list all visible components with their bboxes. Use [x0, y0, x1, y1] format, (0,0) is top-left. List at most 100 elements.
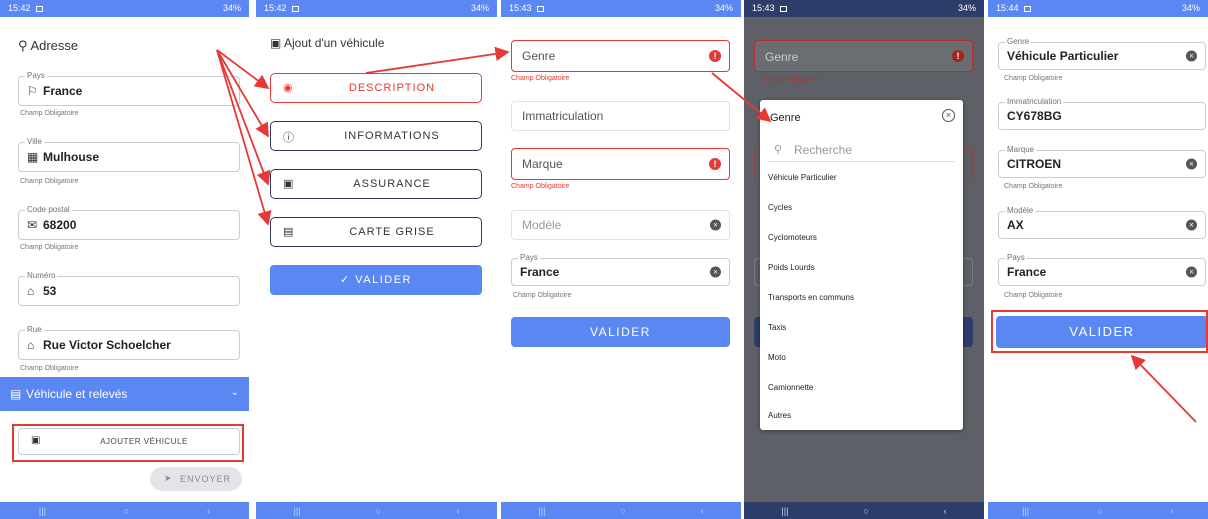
country-field[interactable]: Pays ⚐ France [18, 71, 240, 106]
genre-option[interactable]: Véhicule Particulier [768, 173, 836, 182]
genre-option[interactable]: Poids Lourds [768, 263, 815, 272]
marque-field[interactable]: Marque ! [511, 148, 730, 180]
immatriculation-label: Immatriculation [1005, 97, 1064, 106]
number-value: 53 [43, 284, 57, 298]
marque-field[interactable]: Marque CITROEN × [998, 145, 1206, 178]
vehicle-section-header[interactable]: ▤ Véhicule et relevés ⌄ [0, 377, 249, 411]
nav-bar: ||| ○ ‹ [0, 502, 249, 519]
status-bar: 15:43 34% [744, 0, 984, 17]
validate-label: VALIDER [355, 274, 413, 286]
status-bar: 15:42 34% [0, 0, 249, 17]
menu-carte-grise-label: CARTE GRISE [349, 226, 435, 238]
location-pin-icon: ⚲ [18, 38, 28, 53]
flag-icon: ⚐ [27, 84, 38, 98]
genre-option[interactable]: Taxis [768, 323, 786, 332]
screen-filled-form: 15:44 34% Genre Véhicule Particulier × C… [988, 0, 1208, 519]
send-icon: ➤ [164, 473, 173, 483]
clear-icon[interactable]: × [710, 266, 721, 278]
country-hint: Champ Obligatoire [513, 292, 572, 299]
search-input[interactable]: ⚲ Recherche [768, 138, 955, 162]
status-battery: 34% [1181, 3, 1200, 13]
marque-value: CITROEN [1007, 157, 1061, 171]
immatriculation-field[interactable]: Immatriculation CY678BG [998, 97, 1206, 130]
genre-label: Genre [1005, 37, 1032, 46]
vehicle-section-title: Véhicule et relevés [26, 387, 128, 401]
clear-icon[interactable]: × [1186, 266, 1197, 278]
genre-option[interactable]: Cyclomoteurs [768, 233, 817, 242]
send-label: ENVOYER [180, 474, 232, 484]
highlight-add-vehicle [12, 424, 244, 462]
marque-hint: Champ Obligatoire [1004, 183, 1063, 190]
modele-field[interactable]: Modèle × [511, 210, 730, 240]
city-value: Mulhouse [43, 150, 99, 164]
country-field[interactable]: Pays France × [511, 253, 730, 286]
country-label: Pays [518, 253, 540, 262]
country-value: France [520, 265, 560, 279]
check-circle-icon: ✓ [339, 274, 351, 286]
country-label: Pays [1005, 253, 1027, 262]
modele-placeholder: Modèle [522, 218, 562, 232]
modele-label: Modèle [1005, 206, 1036, 215]
car-icon: ▣ [283, 178, 294, 190]
genre-option[interactable]: Cycles [768, 203, 792, 212]
street-field[interactable]: Rue ⌂ Rue Victor Schoelcher [18, 325, 240, 360]
validate-button[interactable]: VALIDER [511, 317, 730, 347]
marque-error: Champ Obligatoire [511, 183, 570, 190]
genre-option[interactable]: Autres [768, 411, 791, 420]
status-battery: 34% [714, 3, 733, 13]
screen-description-form: 15:43 34% Genre ! Champ Obligatoire Imma… [501, 0, 741, 519]
number-field[interactable]: Numéro ⌂ 53 [18, 271, 240, 306]
clear-icon[interactable]: × [1186, 158, 1197, 170]
immatriculation-field[interactable]: Immatriculation [511, 101, 730, 131]
validate-button[interactable]: ✓ VALIDER [270, 265, 482, 295]
error-icon: ! [709, 158, 721, 170]
error-icon: ! [952, 50, 964, 62]
search-icon: ⚲ [774, 144, 783, 156]
genre-dialog: Genre × ⚲ Recherche Véhicule Particulier… [760, 100, 963, 430]
dialog-title: Genre [770, 112, 801, 124]
status-bar: 15:42 34% [256, 0, 497, 17]
section-title-address: ⚲ Adresse [18, 38, 79, 53]
modele-field[interactable]: Modèle AX × [998, 206, 1206, 239]
city-field[interactable]: Ville ▦ Mulhouse [18, 137, 240, 172]
error-icon: ! [709, 50, 721, 62]
menu-description-button[interactable]: ◉ DESCRIPTION [270, 73, 482, 103]
genre-option[interactable]: Camionnette [768, 383, 813, 392]
menu-informations-button[interactable]: ⓘ INFORMATIONS [270, 121, 482, 151]
immatriculation-value: CY678BG [1007, 109, 1062, 123]
genre-option[interactable]: Moto [768, 353, 786, 362]
info-icon: ⓘ [283, 132, 294, 144]
clear-icon[interactable]: × [710, 219, 721, 231]
close-icon[interactable]: × [942, 109, 955, 122]
status-time: 15:42 [264, 3, 287, 13]
marque-label: Marque [1005, 145, 1037, 154]
postal-code-field[interactable]: Code postal ✉ 68200 [18, 205, 240, 240]
genre-field[interactable]: Genre Véhicule Particulier × [998, 37, 1206, 70]
menu-assurance-button[interactable]: ▣ ASSURANCE [270, 169, 482, 199]
genre-field-dimmed: Genre ! [754, 40, 973, 72]
genre-error: Champ Obligatoire [762, 76, 821, 83]
country-hint: Champ Obligatoire [1004, 292, 1063, 299]
immatriculation-placeholder: Immatriculation [522, 109, 604, 123]
screen-address: 15:42 34% ⚲ Adresse Pays ⚐ France Champ O… [0, 0, 249, 519]
city-hint: Champ Obligatoire [20, 178, 79, 185]
page-title: ▣ Ajout d'un véhicule [270, 36, 385, 50]
genre-field[interactable]: Genre ! [511, 40, 730, 72]
home-icon: ⌂ [27, 338, 35, 352]
genre-option[interactable]: Transports en communs [768, 293, 854, 302]
menu-informations-label: INFORMATIONS [344, 130, 440, 142]
number-label: Numéro [25, 271, 58, 280]
status-time: 15:43 [509, 3, 532, 13]
postal-code-label: Code postal [25, 205, 72, 214]
mail-icon: ✉ [27, 218, 38, 232]
genre-placeholder: Genre [765, 50, 799, 64]
send-button[interactable]: ➤ ENVOYER [150, 467, 242, 491]
nav-bar: ||| ○ ‹ [744, 502, 984, 519]
country-field[interactable]: Pays France × [998, 253, 1206, 286]
clear-icon[interactable]: × [1186, 50, 1197, 62]
postal-code-hint: Champ Obligatoire [20, 244, 79, 251]
menu-carte-grise-button[interactable]: ▤ CARTE GRISE [270, 217, 482, 247]
clear-icon[interactable]: × [1186, 219, 1197, 231]
genre-value: Véhicule Particulier [1007, 49, 1119, 63]
street-value: Rue Victor Schoelcher [43, 338, 171, 352]
